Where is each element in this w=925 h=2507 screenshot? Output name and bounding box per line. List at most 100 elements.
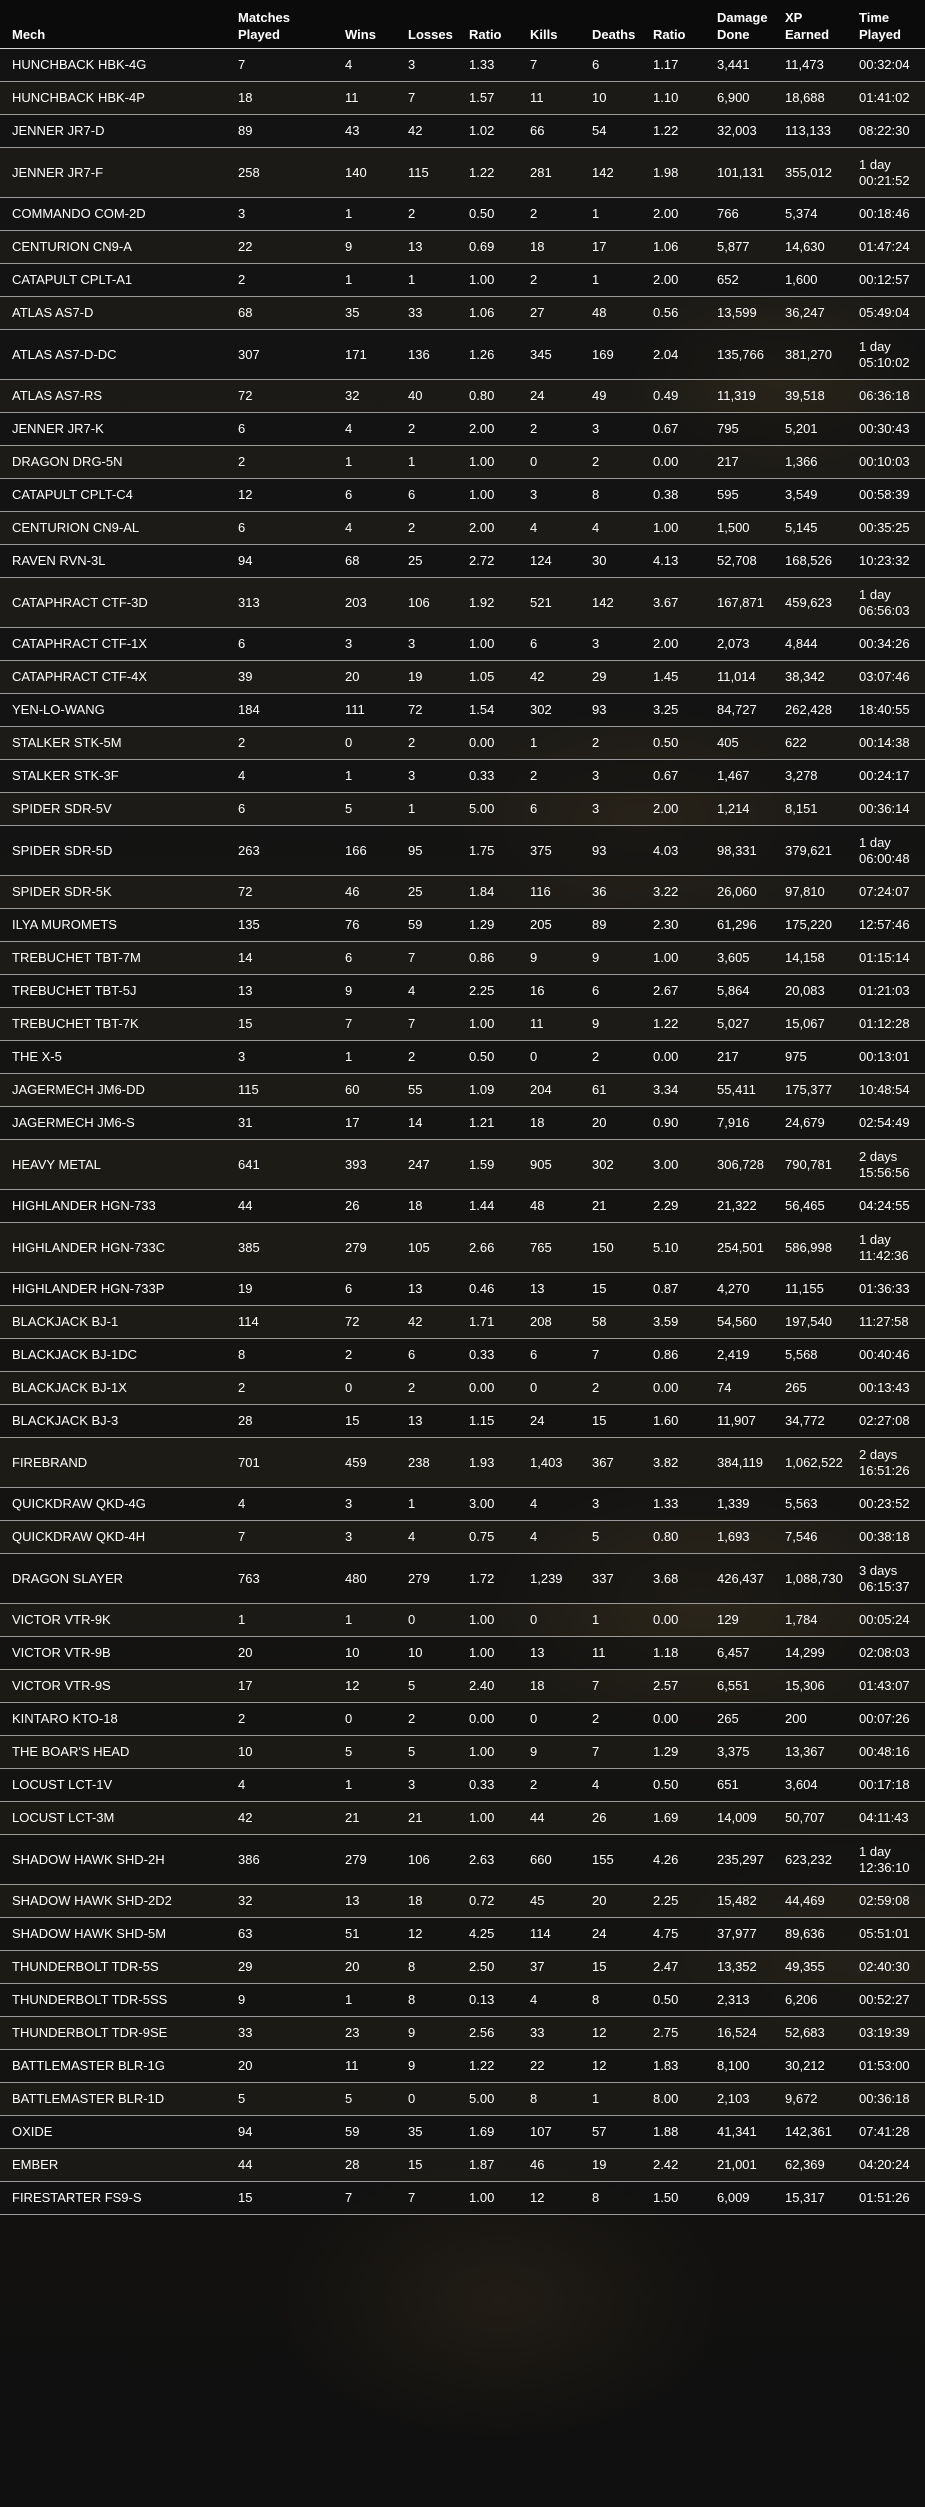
cell-wins: 10	[333, 1636, 396, 1670]
cell-wins: 3	[333, 1487, 396, 1521]
cell-wins: 60	[333, 1073, 396, 1107]
cell-time-played: 00:12:57	[847, 263, 925, 297]
cell-damage-done: 254,501	[705, 1222, 773, 1273]
cell-wins: 9	[333, 974, 396, 1008]
table-row: THE X-5 3 1 2 0.50 0 2 0.00 217 975 00:13:01	[0, 1040, 925, 1074]
cell-deaths: 337	[580, 1553, 641, 1604]
cell-wl-ratio: 1.00	[457, 2181, 518, 2215]
cell-matches-played: 72	[226, 379, 333, 413]
cell-losses: 7	[396, 1007, 457, 1041]
header-kills[interactable]: Kills	[518, 0, 580, 49]
cell-kd-ratio: 0.80	[641, 1520, 705, 1554]
cell-kills: 4	[518, 1983, 580, 2017]
cell-mech-name: BLACKJACK BJ-1X	[0, 1371, 226, 1405]
cell-kills: 208	[518, 1305, 580, 1339]
cell-time-played: 1 day 00:21:52	[847, 147, 925, 198]
cell-kd-ratio: 1.83	[641, 2049, 705, 2083]
cell-kills: 205	[518, 908, 580, 942]
cell-matches-played: 94	[226, 544, 333, 578]
header-wins[interactable]: Wins	[333, 0, 396, 49]
cell-matches-played: 72	[226, 875, 333, 909]
cell-wl-ratio: 2.40	[457, 1669, 518, 1703]
cell-xp-earned: 34,772	[773, 1404, 847, 1438]
cell-matches-played: 44	[226, 2148, 333, 2182]
cell-wins: 7	[333, 1007, 396, 1041]
cell-matches-played: 6	[226, 511, 333, 545]
cell-wins: 6	[333, 941, 396, 975]
cell-wl-ratio: 2.00	[457, 412, 518, 446]
cell-xp-earned: 52,683	[773, 2016, 847, 2050]
cell-kills: 7	[518, 48, 580, 82]
cell-deaths: 3	[580, 412, 641, 446]
table-row: CATAPHRACT CTF-3D 313 203 106 1.92 521 142 3.67…	[0, 577, 925, 628]
cell-losses: 95	[396, 825, 457, 876]
cell-wins: 0	[333, 1371, 396, 1405]
cell-losses: 2	[396, 1702, 457, 1736]
cell-xp-earned: 9,672	[773, 2082, 847, 2116]
cell-wl-ratio: 0.33	[457, 1338, 518, 1372]
cell-matches-played: 12	[226, 478, 333, 512]
cell-kills: 6	[518, 1338, 580, 1372]
table-row: DRAGON SLAYER 763 480 279 1.72 1,239 337 3.68 42…	[0, 1553, 925, 1604]
table-row: SHADOW HAWK SHD-2D2 32 13 18 0.72 45 20 2.25 15,…	[0, 1884, 925, 1918]
table-row: BATTLEMASTER BLR-1G 20 11 9 1.22 22 12 1.83 8,10…	[0, 2049, 925, 2083]
cell-damage-done: 3,441	[705, 48, 773, 82]
header-win-loss-ratio[interactable]: Ratio	[457, 0, 518, 49]
cell-matches-played: 763	[226, 1553, 333, 1604]
table-row: RAVEN RVN-3L 94 68 25 2.72 124 30 4.13 52,708 168…	[0, 544, 925, 578]
cell-matches-played: 385	[226, 1222, 333, 1273]
cell-losses: 42	[396, 1305, 457, 1339]
cell-kd-ratio: 2.75	[641, 2016, 705, 2050]
cell-wins: 0	[333, 726, 396, 760]
table-row: ILYA MUROMETS 135 76 59 1.29 205 89 2.30 61,296 1…	[0, 908, 925, 942]
header-kill-death-ratio[interactable]: Ratio	[641, 0, 705, 49]
cell-matches-played: 63	[226, 1917, 333, 1951]
cell-damage-done: 135,766	[705, 329, 773, 380]
mech-stats-table: Mech Matches Played Wins Losses Ratio Ki…	[0, 0, 925, 2215]
cell-xp-earned: 15,306	[773, 1669, 847, 1703]
cell-damage-done: 7,916	[705, 1106, 773, 1140]
header-mech[interactable]: Mech	[0, 0, 226, 49]
cell-wl-ratio: 1.84	[457, 875, 518, 909]
cell-wins: 76	[333, 908, 396, 942]
cell-wl-ratio: 1.33	[457, 48, 518, 82]
cell-mech-name: KINTARO KTO-18	[0, 1702, 226, 1736]
header-xp-earned[interactable]: XP Earned	[773, 0, 847, 49]
cell-xp-earned: 975	[773, 1040, 847, 1074]
table-row: HIGHLANDER HGN-733C 385 279 105 2.66 765 150 5.…	[0, 1222, 925, 1273]
cell-wins: 28	[333, 2148, 396, 2182]
cell-deaths: 155	[580, 1834, 641, 1885]
cell-kd-ratio: 0.56	[641, 296, 705, 330]
cell-kills: 1,403	[518, 1437, 580, 1488]
table-row: JENNER JR7-K 6 4 2 2.00 2 3 0.67 795 5,201 00:30:4…	[0, 412, 925, 446]
cell-deaths: 20	[580, 1884, 641, 1918]
cell-xp-earned: 1,366	[773, 445, 847, 479]
cell-wins: 166	[333, 825, 396, 876]
cell-deaths: 8	[580, 478, 641, 512]
cell-mech-name: THUNDERBOLT TDR-5S	[0, 1950, 226, 1984]
cell-kd-ratio: 0.50	[641, 1768, 705, 1802]
header-damage-done[interactable]: Damage Done	[705, 0, 773, 49]
header-time-played[interactable]: Time Played	[847, 0, 925, 49]
cell-wins: 11	[333, 81, 396, 115]
cell-time-played: 06:36:18	[847, 379, 925, 413]
cell-damage-done: 426,437	[705, 1553, 773, 1604]
cell-mech-name: HEAVY METAL	[0, 1139, 226, 1190]
cell-matches-played: 307	[226, 329, 333, 380]
cell-wins: 4	[333, 511, 396, 545]
cell-wl-ratio: 1.09	[457, 1073, 518, 1107]
cell-losses: 0	[396, 2082, 457, 2116]
cell-mech-name: SHADOW HAWK SHD-2H	[0, 1834, 226, 1885]
header-losses[interactable]: Losses	[396, 0, 457, 49]
cell-deaths: 7	[580, 1735, 641, 1769]
table-row: THE BOAR'S HEAD 10 5 5 1.00 9 7 1.29 3,375 13,367…	[0, 1735, 925, 1769]
cell-kills: 905	[518, 1139, 580, 1190]
cell-time-played: 00:05:24	[847, 1603, 925, 1637]
cell-time-played: 00:40:46	[847, 1338, 925, 1372]
cell-wins: 171	[333, 329, 396, 380]
cell-xp-earned: 3,549	[773, 478, 847, 512]
cell-damage-done: 652	[705, 263, 773, 297]
header-deaths[interactable]: Deaths	[580, 0, 641, 49]
header-matches-played[interactable]: Matches Played	[226, 0, 333, 49]
cell-wl-ratio: 3.00	[457, 1487, 518, 1521]
